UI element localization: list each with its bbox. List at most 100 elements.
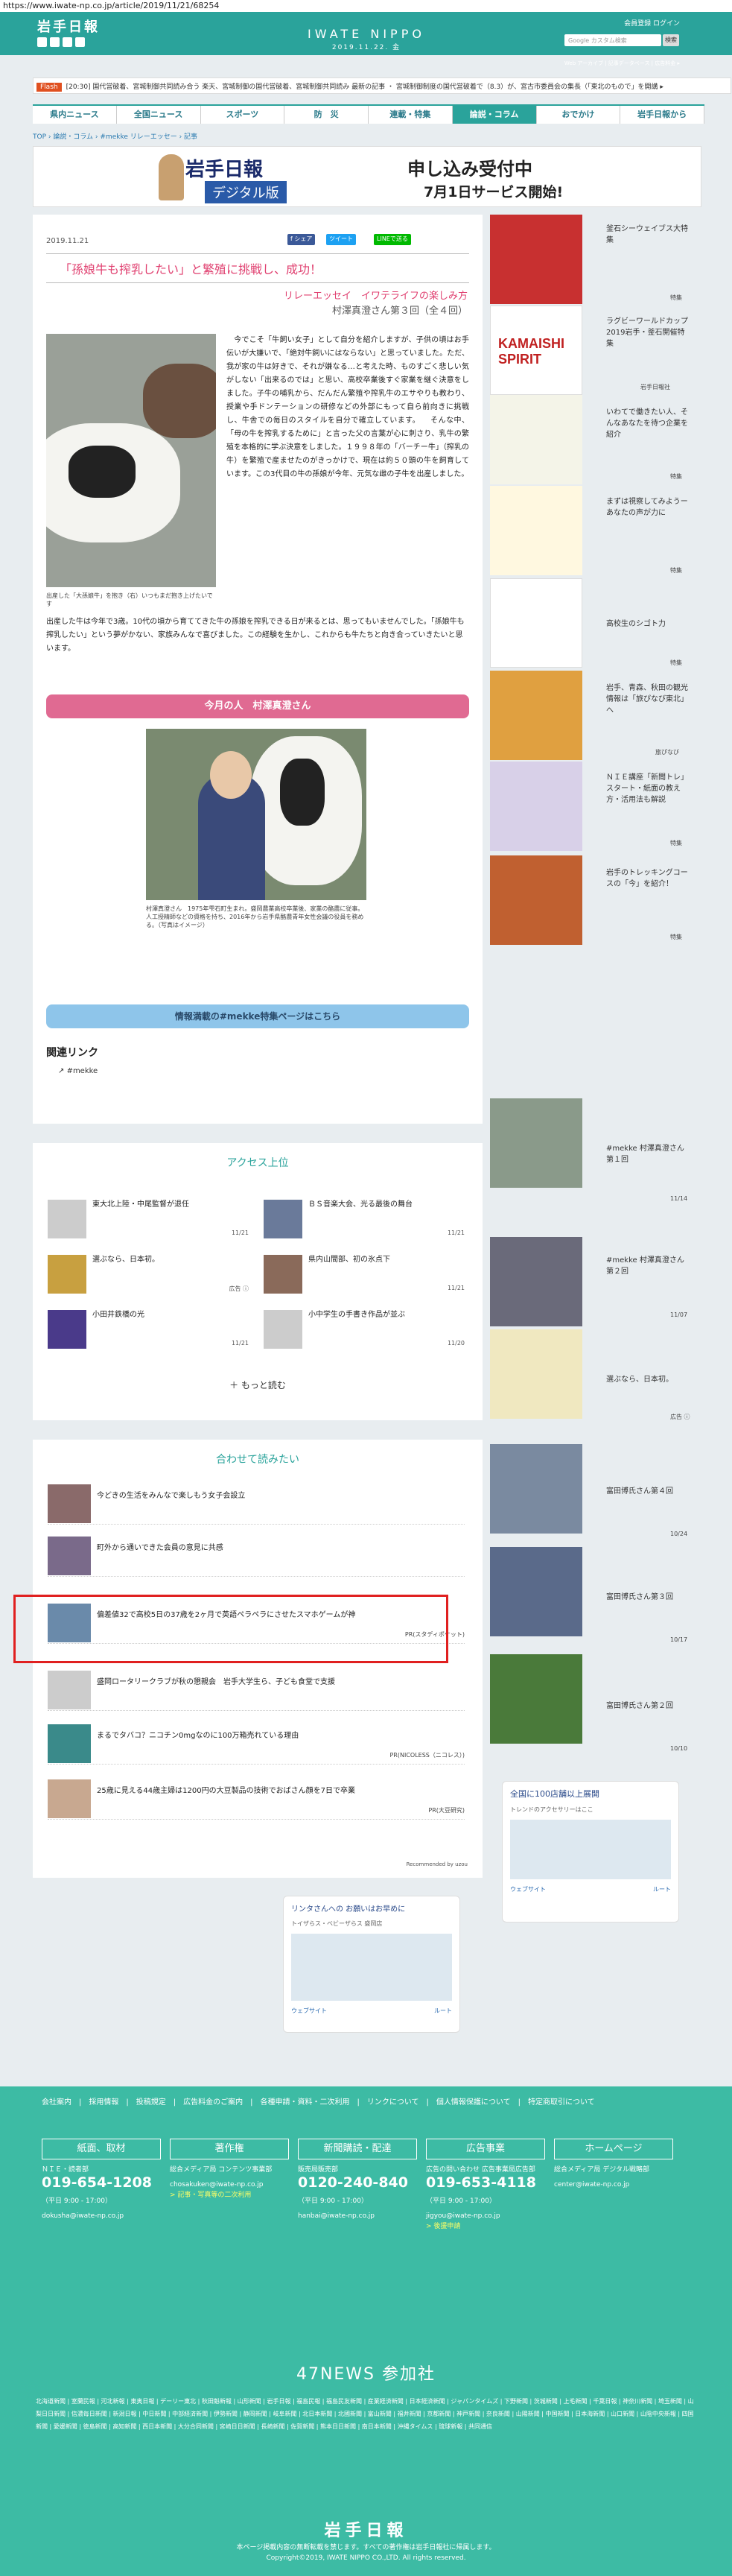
recommended-text[interactable]: 町外から通いできた会員の意見に共感 — [97, 1541, 223, 1552]
ranking-item[interactable]: 東大北上陸・中尾監督が退任 11/21 — [48, 1200, 249, 1238]
recommended-item-ad[interactable]: 25歳に見える44歳主婦は1200円の大豆製品の技術でおばさん顔を7日で卒業 PR… — [48, 1775, 465, 1820]
footer-phone[interactable]: 019-653-4118 — [426, 2174, 545, 2191]
sidebar-link[interactable]: #mekke 村澤真澄さん第２回 — [606, 1255, 688, 1277]
footer-email[interactable]: center@iwate-np.co.jp — [554, 2180, 673, 2189]
twitter-icon[interactable] — [37, 37, 47, 47]
sidebar-thumb[interactable] — [490, 762, 582, 851]
ranking-title[interactable]: 小田井鉄橋の光 — [92, 1310, 144, 1320]
nav-item[interactable]: 全国ニュース — [117, 106, 201, 124]
nav-item[interactable]: 連載・特集 — [369, 106, 453, 124]
footer-email[interactable]: hanbai@iwate-np.co.jp — [298, 2212, 417, 2221]
sidebar-thumb[interactable] — [490, 486, 582, 575]
nav-item-active[interactable]: 論説・コラム — [452, 106, 537, 124]
recommended-text[interactable]: まるでタバコ？ニコチン0mgなのに100万箱売れている理由 — [97, 1729, 299, 1740]
recommended-item[interactable]: 町外から通いできた会員の意見に共感 — [48, 1532, 465, 1577]
footer-email[interactable]: jigyou@iwate-np.co.jp — [426, 2212, 545, 2221]
ranking-title[interactable]: 県内山間部、初の氷点下 — [308, 1255, 390, 1265]
recommended-item[interactable]: 盛岡ロータリークラブが秋の懇親会 岩手大学生ら、子ども食堂で支援 — [48, 1666, 465, 1711]
article-photo-1[interactable] — [46, 334, 216, 587]
facebook-icon[interactable] — [50, 37, 60, 47]
sidebar-thumb[interactable] — [490, 1654, 582, 1744]
ranking-item[interactable]: 県内山間部、初の氷点下 11/21 — [264, 1255, 465, 1294]
sidebar-link[interactable]: 富田博氏さん第２回 — [606, 1700, 688, 1712]
sidebar-link[interactable]: 岩手のトレッキングコースの「今」を紹介！ — [606, 867, 688, 890]
ranking-item[interactable]: 小田井鉄橋の光 11/21 — [48, 1310, 249, 1349]
ranking-item[interactable]: 小中学生の手書き作品が並ぶ 11/20 — [264, 1310, 465, 1349]
line-share-button[interactable]: LINEで送る — [374, 234, 411, 245]
sidebar-ad[interactable]: 全国に100店舗以上展開 トレンドのアクセサリーはここ ウェブサイト ルート — [502, 1781, 679, 1922]
header-sublinks[interactable]: Web アーカイブ | 記事データベース | 広告料金 ▸ — [564, 60, 680, 67]
sidebar-link[interactable]: 高校生のシゴト力 — [606, 618, 688, 630]
bottom-ad[interactable]: リンタさんへの お願いはお早めに トイザらス・ベビーザらス 盛岡店 ウェブサイト… — [283, 1896, 460, 2033]
sidebar-link[interactable]: 富田博氏さん第４回 — [606, 1486, 688, 1497]
footer-email[interactable]: dokusha@iwate-np.co.jp — [42, 2212, 161, 2221]
sidebar-thumb[interactable] — [490, 215, 582, 304]
tweet-button[interactable]: ツイート — [326, 234, 356, 245]
sidebar-thumb[interactable] — [490, 578, 582, 668]
sidebar-link[interactable]: まずは視察してみようーあなたの声が力に — [606, 496, 688, 519]
recommended-item-ad[interactable]: まるでタバコ？ニコチン0mgなのに100万箱売れている理由 PR(NICOLESS… — [48, 1720, 465, 1765]
sidebar-thumb[interactable] — [490, 671, 582, 760]
recommended-text[interactable]: 盛岡ロータリークラブが秋の懇親会 岩手大学生ら、子ども食堂で支援 — [97, 1675, 335, 1686]
mekke-feature-link[interactable]: 情報満載の#mekke特集ページはこちら — [46, 1004, 469, 1028]
footer-phone[interactable]: 019-654-1208 — [42, 2174, 161, 2191]
sidebar-link[interactable]: 選ぶなら、日本初。 — [606, 1374, 688, 1385]
sidebar-link[interactable]: いわてで働きたい人、そんなあなたを待つ企業を紹介 — [606, 407, 688, 440]
ranking-item[interactable]: ＢＳ音楽大会、光る最後の舞台 11/21 — [264, 1200, 465, 1238]
line-icon[interactable] — [63, 37, 72, 47]
ranking-title[interactable]: 選ぶなら、日本初。 — [92, 1255, 159, 1265]
sidebar-thumb[interactable] — [490, 1547, 582, 1636]
sidebar-link[interactable]: 富田博氏さん第３回 — [606, 1592, 688, 1603]
footer-sublink[interactable]: > 記事・写真等の二次利用 — [170, 2189, 289, 2199]
flash-text[interactable]: [20:30] 国代営破着、宮城制御共同読み合う 楽天、宮城制御の国代営破着、宮… — [66, 83, 663, 91]
digital-edition-banner[interactable]: 岩手日報 デジタル版 申し込み受付中 7月1日サービス開始! — [33, 146, 701, 207]
nav-item[interactable]: おでかけ — [537, 106, 621, 124]
recommended-text[interactable]: 25歳に見える44歳主婦は1200円の大豆製品の技術でおばさん顔を7日で卒業 — [97, 1784, 355, 1795]
sidebar-thumb[interactable]: KAMAISHI SPIRIT — [490, 306, 582, 395]
sidebar-thumb[interactable] — [490, 395, 582, 484]
instagram-icon[interactable] — [75, 37, 85, 47]
sidebar-link[interactable]: ＮＩＥ講座「新聞トレ」スタート・紙面の教え方・活用法も解説 — [606, 772, 688, 806]
site-logo[interactable]: 岩手日報 — [37, 16, 100, 36]
recommended-text[interactable]: 今どきの生活をみんなで楽しもう女子会設立 — [97, 1489, 245, 1500]
47news-list[interactable]: 北海道新聞 | 室蘭民報 | 河北新報 | 東奥日報 | デーリー東北 | 秋田… — [36, 2395, 698, 2433]
nav-item[interactable]: スポーツ — [201, 106, 285, 124]
ad-route-link[interactable]: ルート — [434, 2007, 452, 2015]
footer-phone[interactable]: 0120-240-840 — [298, 2174, 417, 2191]
ranking-title[interactable]: ＢＳ音楽大会、光る最後の舞台 — [308, 1200, 413, 1210]
article-photo-2[interactable] — [146, 729, 366, 900]
sidebar-thumb[interactable] — [490, 1444, 582, 1534]
nav-item[interactable]: 岩手日報から — [620, 106, 704, 124]
sidebar-link[interactable]: 釜石シーウェイブス大特集 — [606, 224, 688, 246]
ad-website-link[interactable]: ウェブサイト — [291, 2007, 327, 2015]
footer-links[interactable]: 会社案内 | 採用情報 | 投稿規定 | 広告料金のご案内 | 各種申請・資料・… — [42, 2095, 697, 2110]
ranking-item[interactable]: 選ぶなら、日本初。 広告 ⓘ — [48, 1255, 249, 1294]
facebook-share-button[interactable]: f シェア — [287, 234, 316, 245]
article-title: 「孫娘牛も搾乳したい」と繁殖に挑戦し、成功！ — [46, 253, 469, 283]
search-button[interactable]: 検索 — [663, 34, 679, 46]
related-link-mekke[interactable]: ↗ #mekke — [58, 1067, 98, 1075]
account-links[interactable]: 会員登録 ログイン — [624, 18, 680, 28]
ad-route-link[interactable]: ルート — [653, 1885, 671, 1893]
sidebar-thumb[interactable] — [490, 855, 582, 945]
sidebar-thumb[interactable] — [490, 1237, 582, 1326]
more-button[interactable]: ＋ もっと読む — [33, 1379, 483, 1391]
flash-news[interactable]: Flash [20:30] 国代営破着、宮城制御共同読み合う 楽天、宮城制御の国代… — [33, 77, 731, 94]
recommended-item[interactable]: 今どきの生活をみんなで楽しもう女子会設立 — [48, 1480, 465, 1525]
nav-item[interactable]: 県内ニュース — [33, 106, 117, 124]
ad-website-link[interactable]: ウェブサイト — [510, 1885, 546, 1893]
ranking-title[interactable]: 小中学生の手書き作品が並ぶ — [308, 1310, 405, 1320]
pr-label: PR(NICOLESS（ニコレス）) — [389, 1752, 465, 1759]
sidebar-link[interactable]: 岩手、青森、秋田の観光情報は「旅ぴなび東北」へ — [606, 683, 688, 716]
nav-item[interactable]: 防 災 — [284, 106, 369, 124]
footer-sublink[interactable]: > 後援申請 — [426, 2221, 545, 2230]
sidebar-thumb[interactable] — [490, 1329, 582, 1419]
sidebar-link[interactable]: #mekke 村澤真澄さん第１回 — [606, 1143, 688, 1165]
sidebar-link[interactable]: ラグビーワールドカップ2019岩手・釜石開催特集 — [606, 316, 688, 349]
sidebar-thumb[interactable] — [490, 1098, 582, 1188]
related-link-label[interactable]: #mekke — [67, 1067, 98, 1075]
footer-email[interactable]: chosakuken@iwate-np.co.jp — [170, 2180, 289, 2189]
ranking-title[interactable]: 東大北上陸・中尾監督が退任 — [92, 1200, 189, 1210]
search-input[interactable]: Google カスタム検索 — [564, 34, 661, 46]
breadcrumb[interactable]: TOP › 論説・コラム › #mekke リレーエッセー › 記事 — [33, 131, 197, 141]
